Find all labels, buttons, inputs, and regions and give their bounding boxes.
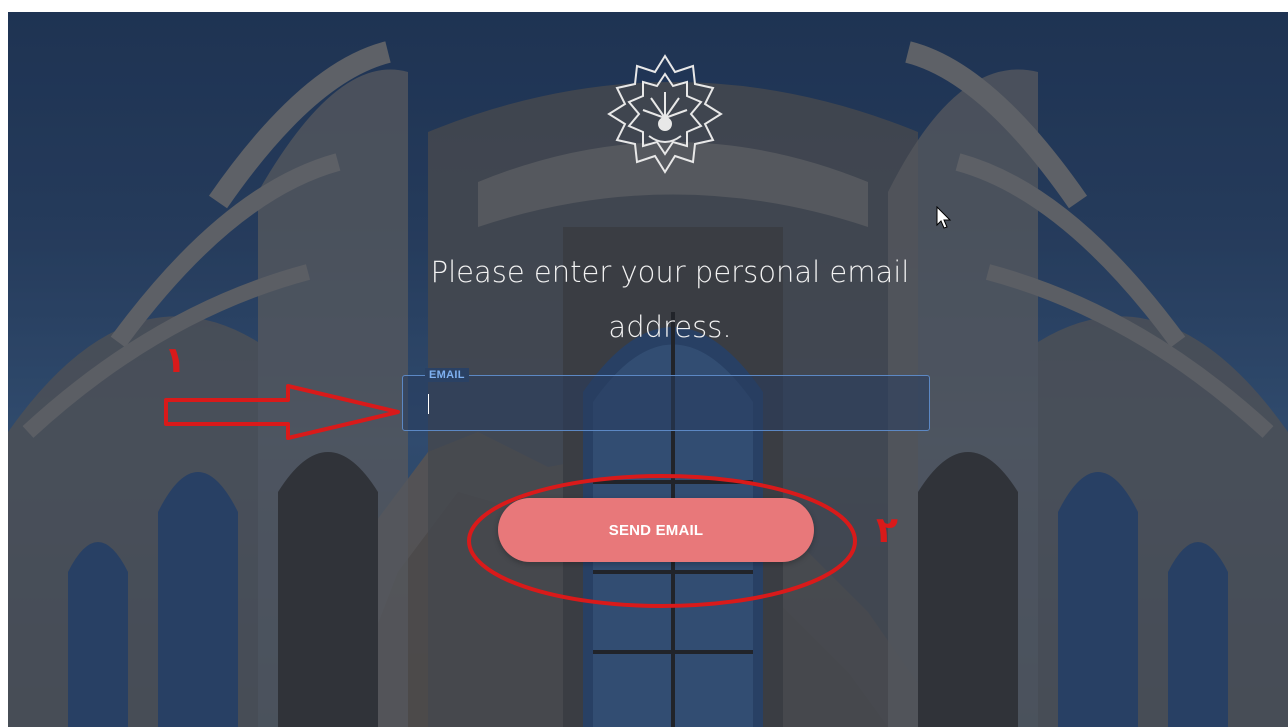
email-input[interactable] (423, 390, 907, 418)
step-2-label: ٢ (876, 510, 898, 551)
text-caret (428, 394, 429, 414)
mouse-pointer-icon (936, 206, 952, 229)
email-field[interactable]: EMAIL (402, 368, 930, 431)
university-star-emblem-icon (607, 54, 723, 174)
send-email-button[interactable]: SEND EMAIL (498, 498, 814, 562)
step-1-label: ١ (164, 340, 186, 381)
university-logo (607, 54, 723, 174)
email-field-label: EMAIL (425, 368, 469, 382)
page-title: Please enter your personal email address… (430, 255, 910, 344)
